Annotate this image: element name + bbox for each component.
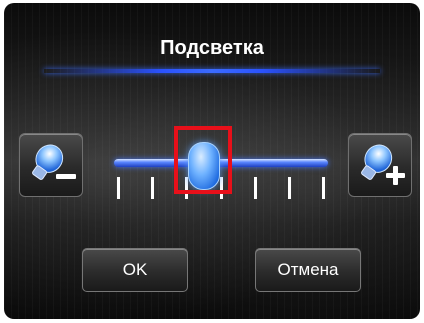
slider-tick [151,177,155,199]
slider-tick [322,177,325,199]
title-underline [44,69,380,73]
cancel-button[interactable]: Отмена [255,248,361,292]
slider-tick [253,177,257,199]
dialog-title: Подсветка [160,37,264,59]
decrease-brightness-button[interactable] [19,133,83,197]
selection-highlight [174,126,232,194]
slider-tick [117,177,120,199]
bulb-plus-icon [361,144,405,185]
slider-tick [287,177,291,199]
ok-button[interactable]: OK [82,248,188,292]
backlight-dialog: Подсветка OK Отмена [4,3,420,319]
bulb-minus-icon [32,144,76,180]
increase-brightness-button[interactable] [348,133,412,197]
